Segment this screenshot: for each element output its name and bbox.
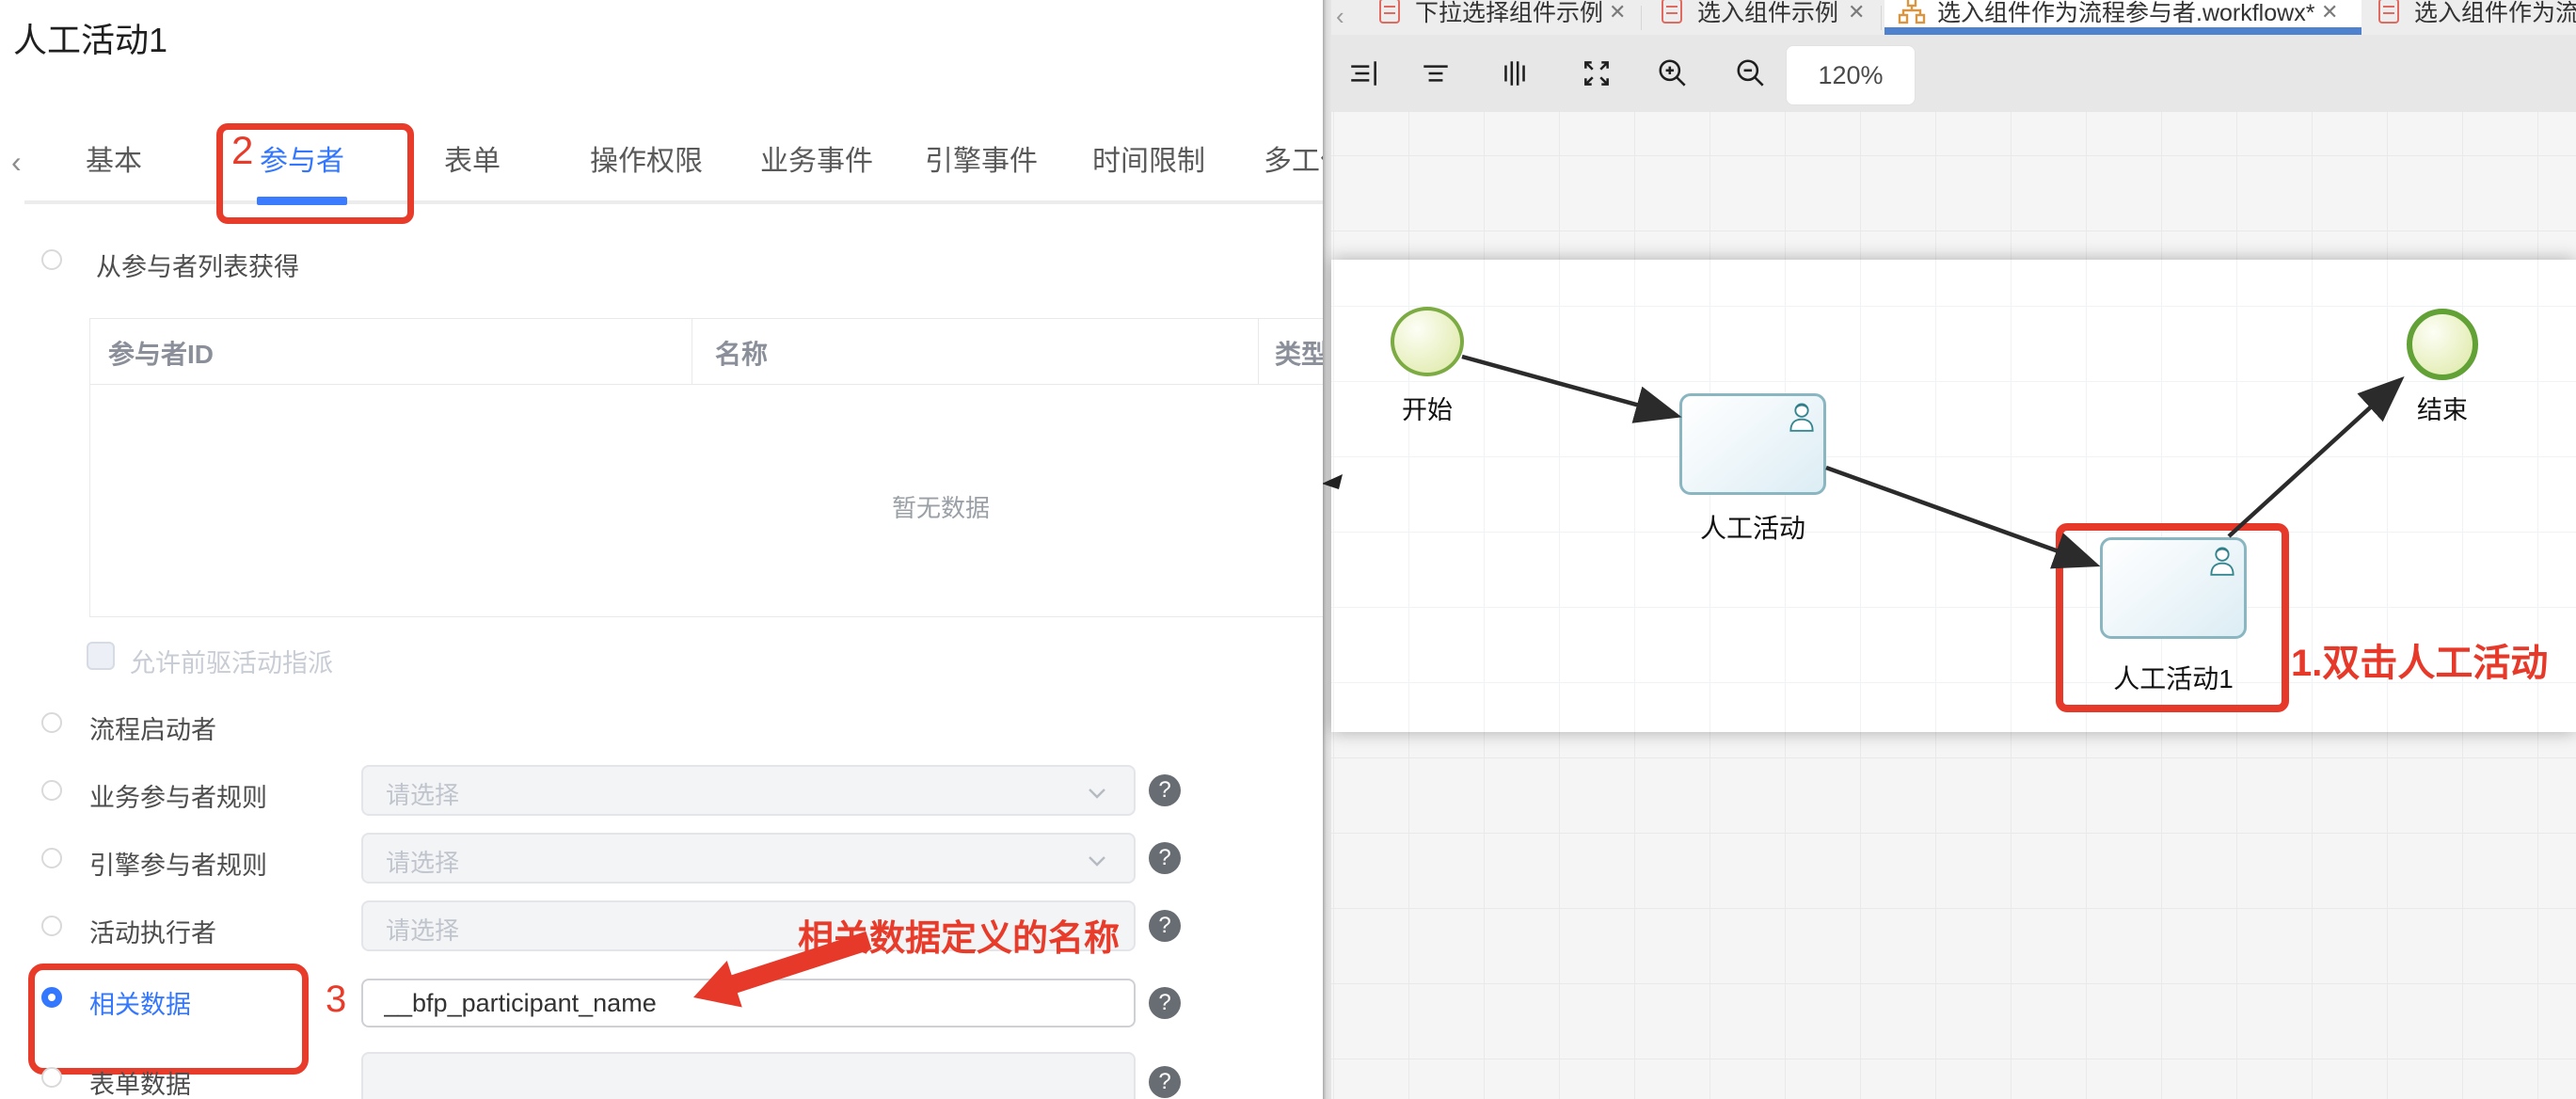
close-icon[interactable]: ✕ — [1848, 0, 1865, 24]
tab-basic[interactable]: 基本 — [86, 139, 142, 184]
radio-process-starter[interactable] — [41, 712, 62, 733]
distribute-columns-icon[interactable] — [1498, 56, 1532, 90]
checkbox-allow-predecessor-assign-label: 允许前驱活动指派 — [130, 643, 333, 679]
radio-activity-executor[interactable] — [41, 916, 62, 936]
table-header-type: 类型 — [1275, 334, 1325, 372]
radio-activity-executor-label: 活动执行者 — [89, 913, 216, 949]
file-icon — [2378, 0, 2399, 24]
editor-tab-label: 选入组件作为流程 — [2414, 0, 2576, 28]
table-column-divider — [1258, 318, 1259, 384]
editor-tab-pick-example[interactable]: 选入组件示例 ✕ — [1645, 0, 1881, 35]
tabbar-scroll-left-icon[interactable]: ‹ — [1336, 2, 1344, 31]
tab-business-events[interactable]: 业务事件 — [760, 139, 873, 184]
editor-tab-label: 下拉选择组件示例 — [1415, 0, 1603, 28]
radio-from-participant-list[interactable] — [41, 249, 62, 270]
start-event-label: 开始 — [1380, 390, 1474, 426]
radio-business-participant-rule[interactable] — [41, 780, 62, 801]
annotation-box-participants-tab — [216, 123, 414, 224]
file-icon — [1379, 0, 1400, 24]
engine-rule-select[interactable]: 请选择 — [361, 833, 1136, 884]
table-border — [89, 616, 1325, 617]
table-empty-text: 暂无数据 — [847, 489, 1035, 524]
annotation-double-click-hint: 1.双击人工活动 — [2291, 632, 2548, 687]
editor-tab-dropdown-example[interactable]: 下拉选择组件示例 ✕ — [1364, 0, 1641, 35]
annotation-step-3: 3 — [326, 979, 346, 1021]
table-border — [89, 384, 1325, 385]
table-header-participant-id: 参与者ID — [108, 334, 214, 372]
tab-time-limit[interactable]: 时间限制 — [1092, 139, 1205, 184]
tab-separator — [1881, 6, 1882, 30]
editor-tab-clipped[interactable]: 选入组件作为流程 — [2365, 0, 2576, 35]
end-event-node[interactable] — [2407, 309, 2478, 380]
close-icon[interactable]: ✕ — [1609, 0, 1626, 24]
annotation-box-related-data — [28, 964, 309, 1075]
form-data-input-disabled — [361, 1052, 1136, 1099]
help-icon[interactable]: ? — [1149, 842, 1181, 874]
annotation-related-data-hint: 相关数据定义的名称 — [798, 909, 1120, 961]
help-icon[interactable]: ? — [1149, 1066, 1181, 1098]
zoom-in-icon[interactable] — [1656, 56, 1690, 90]
radio-form-data[interactable] — [41, 1067, 62, 1088]
zoom-level-display[interactable]: 120% — [1786, 45, 1916, 105]
close-icon[interactable]: ✕ — [2321, 0, 2338, 24]
table-border — [89, 318, 90, 616]
align-right-icon[interactable] — [1347, 56, 1381, 90]
radio-engine-participant-rule[interactable] — [41, 848, 62, 868]
checkbox-allow-predecessor-assign[interactable] — [87, 642, 115, 670]
person-icon — [1786, 400, 1818, 434]
business-rule-select[interactable]: 请选择 — [361, 765, 1136, 816]
radio-from-participant-list-label: 从参与者列表获得 — [96, 247, 299, 283]
zoom-out-icon[interactable] — [1734, 56, 1768, 90]
tab-separator — [1641, 6, 1642, 30]
activity-node-manual-activity[interactable] — [1679, 393, 1826, 495]
table-header-name: 名称 — [715, 334, 768, 372]
activity-executor-select-placeholder: 请选择 — [386, 912, 459, 947]
radio-form-data-label: 表单数据 — [89, 1064, 191, 1099]
workflow-designer-screen: 人工活动1 ‹ 基本 2 参与者 表单 操作权限 业务事件 引擎事件 时间限制 … — [0, 0, 2576, 1099]
activity1-label: 人工活动 — [1679, 508, 1826, 546]
table-border — [89, 318, 1325, 319]
chevron-down-icon — [1087, 783, 1107, 804]
editor-tab-label: 选入组件作为流程参与者.workflowx* — [1937, 0, 2314, 28]
business-rule-select-placeholder: 请选择 — [386, 776, 459, 811]
tab-engine-events[interactable]: 引擎事件 — [925, 139, 1038, 184]
editor-tab-label: 选入组件示例 — [1697, 0, 1838, 28]
tab-operation-permissions[interactable]: 操作权限 — [590, 139, 703, 184]
annotation-box-activity2 — [2056, 523, 2289, 712]
align-center-icon[interactable] — [1419, 56, 1453, 90]
help-icon[interactable]: ? — [1149, 987, 1181, 1019]
chevron-down-icon — [1087, 851, 1107, 871]
engine-rule-select-placeholder: 请选择 — [386, 844, 459, 879]
activity-properties-panel: 人工活动1 ‹ 基本 2 参与者 表单 操作权限 业务事件 引擎事件 时间限制 … — [0, 0, 1325, 1099]
page-title: 人工活动1 — [13, 13, 167, 62]
radio-engine-participant-rule-label: 引擎参与者规则 — [89, 845, 267, 882]
help-icon[interactable]: ? — [1149, 774, 1181, 806]
workflow-icon — [1898, 0, 1926, 24]
active-editor-tab-indicator — [1884, 27, 2361, 35]
radio-business-participant-rule-label: 业务参与者规则 — [89, 777, 267, 814]
radio-process-starter-label: 流程启动者 — [89, 709, 216, 746]
related-data-name-input[interactable] — [361, 979, 1136, 1027]
workflow-canvas-panel: ‹ 下拉选择组件示例 ✕ 选入组件示例 ✕ 选入组件作为流程参与者.workfl… — [1323, 0, 2576, 1099]
tabs-scroll-left-icon[interactable]: ‹ — [11, 145, 22, 180]
help-icon[interactable]: ? — [1149, 910, 1181, 942]
fit-screen-icon[interactable] — [1580, 56, 1614, 90]
start-event-node[interactable] — [1391, 307, 1464, 376]
end-event-label: 结束 — [2395, 390, 2489, 426]
tab-multi-work[interactable]: 多工作 — [1264, 139, 1325, 184]
tab-form[interactable]: 表单 — [444, 139, 501, 184]
file-icon — [1662, 0, 1682, 24]
panel-divider[interactable] — [1323, 0, 1331, 1099]
